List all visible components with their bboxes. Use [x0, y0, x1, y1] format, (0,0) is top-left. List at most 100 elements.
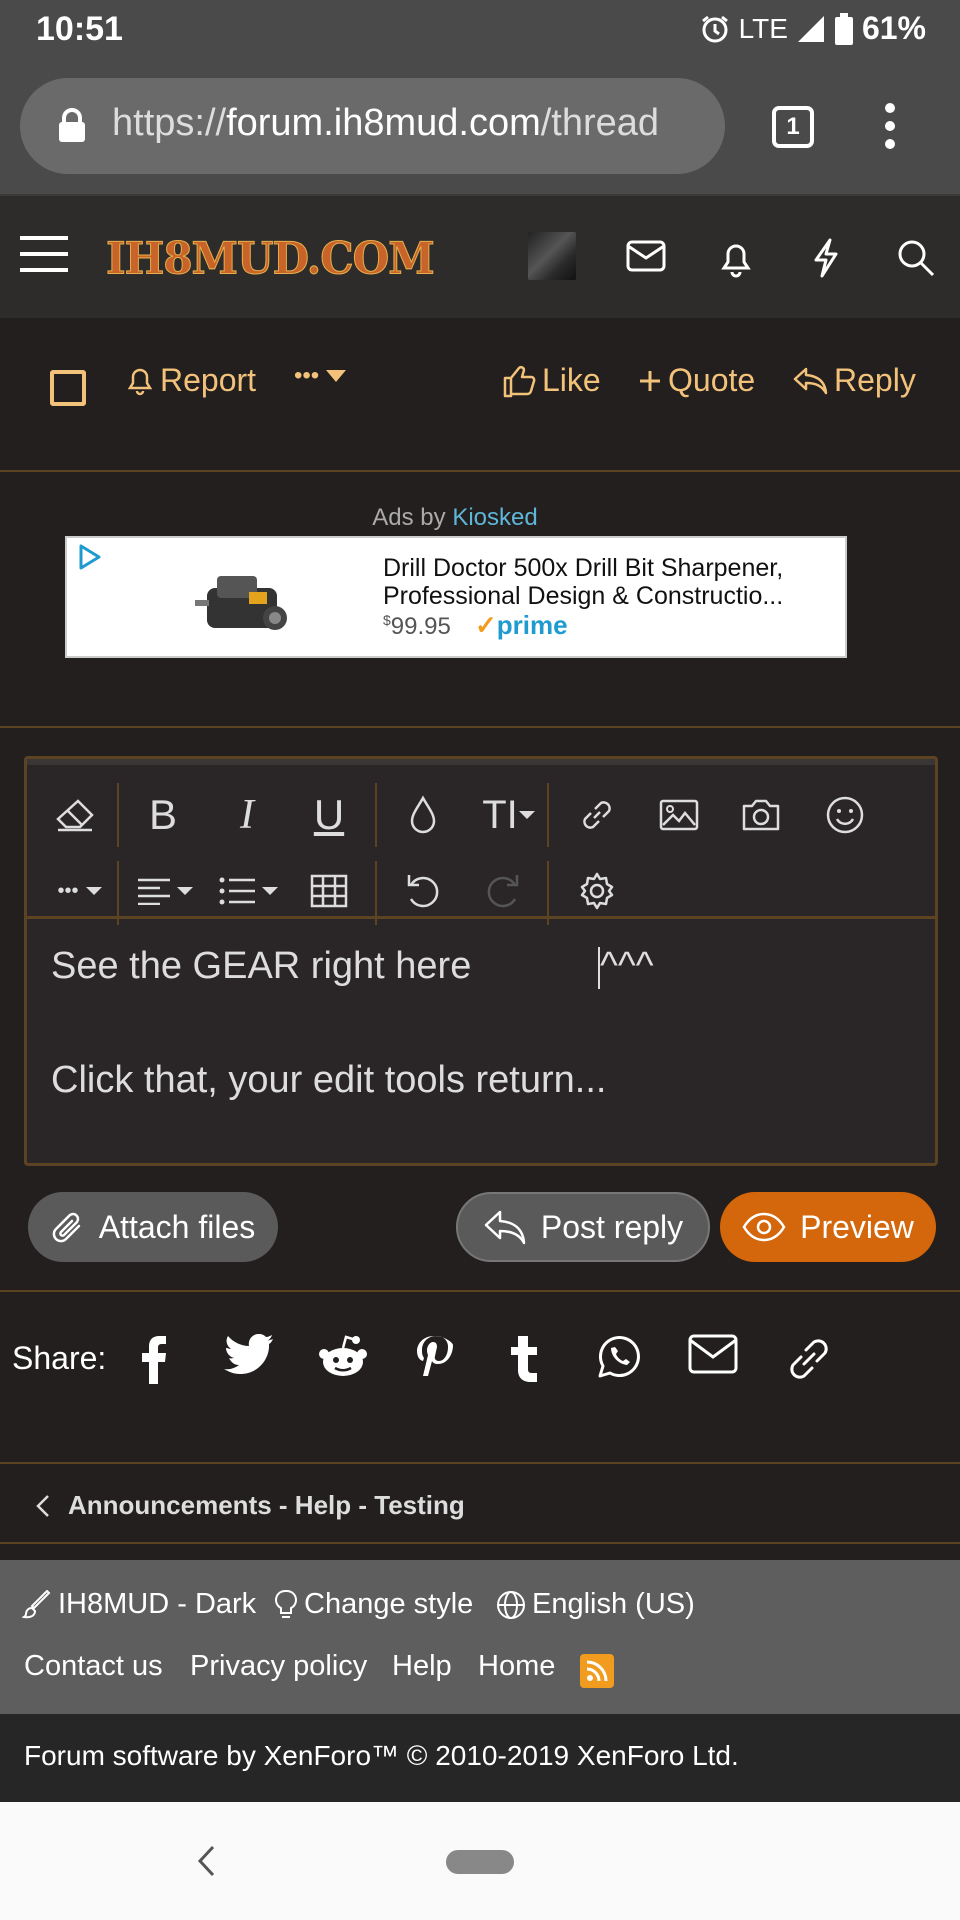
- style-name-link[interactable]: IH8MUD - Dark: [22, 1588, 256, 1621]
- change-style-link[interactable]: Change style: [274, 1588, 473, 1621]
- overflow-menu-icon[interactable]: [880, 102, 900, 150]
- ad-section: Ads by Kiosked Drill Doctor 500x Drill B…: [0, 474, 960, 728]
- text-size-icon[interactable]: TI: [469, 785, 549, 845]
- image-icon[interactable]: [649, 785, 709, 845]
- inbox-icon[interactable]: [626, 238, 666, 274]
- status-right: LTE 61%: [699, 10, 926, 47]
- gear-icon[interactable]: [567, 861, 627, 921]
- italic-icon[interactable]: I: [217, 785, 277, 845]
- bold-icon[interactable]: B: [133, 785, 193, 845]
- align-icon[interactable]: [129, 861, 201, 921]
- smiley-icon[interactable]: [815, 785, 875, 845]
- search-icon[interactable]: [896, 238, 936, 278]
- battery-percent: 61%: [861, 10, 926, 46]
- status-time: 10:51: [36, 10, 123, 48]
- rss-icon[interactable]: [580, 1654, 614, 1688]
- lightning-icon[interactable]: [810, 238, 842, 278]
- ad-banner[interactable]: Drill Doctor 500x Drill Bit Sharpener, P…: [65, 536, 847, 658]
- editor-toolbar: B I U TI •••: [27, 759, 935, 925]
- reply-arrow-icon: [484, 1210, 526, 1245]
- share-bar: Share:: [0, 1290, 960, 1464]
- reply-button[interactable]: Reply: [792, 362, 916, 399]
- site-logo[interactable]: IH8MUD.COM: [106, 232, 436, 285]
- footer-link-home[interactable]: Home: [478, 1650, 555, 1683]
- email-icon[interactable]: [688, 1334, 738, 1374]
- lightbulb-icon: [275, 1589, 297, 1618]
- copyright-bar: Forum software by XenForo™ © 2010-2019 X…: [0, 1714, 960, 1802]
- footer-link-privacy[interactable]: Privacy policy: [190, 1650, 367, 1683]
- quote-button[interactable]: Quote: [638, 362, 755, 399]
- user-avatar[interactable]: [528, 232, 576, 280]
- camera-icon[interactable]: [731, 785, 791, 845]
- hamburger-menu-icon[interactable]: [20, 234, 68, 274]
- reply-editor: B I U TI ••• See the GEAR right here ^^^…: [24, 756, 938, 1166]
- select-checkbox[interactable]: [50, 370, 86, 406]
- price-currency: $: [383, 612, 391, 628]
- quote-label: Quote: [668, 362, 756, 398]
- more-icon[interactable]: •••: [45, 861, 115, 921]
- footer-link-help[interactable]: Help: [392, 1650, 452, 1683]
- footer: IH8MUD - Dark Change style English (US) …: [0, 1560, 960, 1714]
- link-icon[interactable]: [567, 785, 627, 845]
- toolbar-divider: [375, 783, 377, 847]
- redo-icon: [473, 861, 533, 921]
- link-icon[interactable]: [784, 1334, 834, 1384]
- bell-icon[interactable]: [716, 238, 756, 278]
- post-reply-button[interactable]: Post reply: [456, 1192, 710, 1262]
- battery-icon: [834, 12, 853, 45]
- copyright-text: Forum software by XenForo™ © 2010-2019 X…: [24, 1740, 739, 1771]
- toolbar-divider: [117, 783, 119, 847]
- share-label: Share:: [12, 1340, 107, 1376]
- paperclip-icon: [52, 1212, 80, 1243]
- ads-by-label: Ads by Kiosked: [0, 504, 910, 532]
- whatsapp-icon[interactable]: [596, 1334, 642, 1380]
- paintbrush-icon: [22, 1589, 51, 1618]
- like-label: Like: [542, 362, 601, 398]
- toolbar-divider: [547, 861, 549, 925]
- home-pill[interactable]: [446, 1850, 514, 1874]
- pinterest-icon[interactable]: [414, 1334, 454, 1384]
- eraser-icon[interactable]: [45, 785, 105, 845]
- chevron-down-icon: [326, 370, 347, 382]
- preview-button[interactable]: Preview: [720, 1192, 936, 1262]
- twitter-icon[interactable]: [224, 1334, 274, 1378]
- editor-line-2: Click that, your edit tools return...: [51, 1058, 607, 1101]
- tab-switcher-button[interactable]: 1: [772, 106, 814, 148]
- signal-icon: [797, 15, 824, 42]
- adchoices-icon[interactable]: [75, 542, 105, 572]
- editor-line-1-text: See the GEAR right here: [51, 945, 599, 987]
- preview-label: Preview: [800, 1208, 914, 1245]
- more-actions-button[interactable]: •••: [294, 362, 347, 390]
- back-icon[interactable]: [196, 1844, 216, 1878]
- product-image: [195, 576, 287, 630]
- plus-icon: [640, 370, 660, 391]
- alarm-icon: [701, 15, 728, 42]
- like-button[interactable]: Like: [502, 362, 601, 399]
- table-icon[interactable]: [299, 861, 359, 921]
- editor-line-1-tail: ^^^: [600, 945, 654, 987]
- post-reply-label: Post reply: [540, 1208, 684, 1245]
- reddit-icon[interactable]: [318, 1334, 368, 1380]
- editor-text-area[interactable]: See the GEAR right here ^^^ Click that, …: [51, 945, 911, 1172]
- color-icon[interactable]: [393, 785, 453, 845]
- attach-files-button[interactable]: Attach files: [28, 1192, 278, 1262]
- undo-icon[interactable]: [393, 861, 453, 921]
- footer-link-contact[interactable]: Contact us: [24, 1650, 163, 1683]
- language-label: English (US): [532, 1588, 695, 1620]
- language-link[interactable]: English (US): [496, 1588, 695, 1621]
- thumbs-up-icon: [503, 365, 536, 397]
- ads-by-brand[interactable]: Kiosked: [452, 504, 537, 531]
- list-icon[interactable]: [213, 861, 285, 921]
- ads-by-prefix: Ads by: [372, 504, 453, 531]
- facebook-icon[interactable]: [140, 1334, 168, 1384]
- report-button[interactable]: Report: [126, 362, 256, 399]
- underline-icon[interactable]: U: [299, 785, 359, 845]
- toolbar-divider: [547, 783, 549, 847]
- price-value: 99.95: [390, 613, 451, 640]
- ad-price: $99.95: [383, 612, 451, 641]
- breadcrumb[interactable]: Announcements - Help - Testing: [0, 1464, 960, 1544]
- prime-label: prime: [496, 610, 568, 640]
- url-bar[interactable]: https://forum.ih8mud.com/thread: [20, 78, 725, 174]
- lock-icon: [59, 108, 85, 142]
- tumblr-icon[interactable]: [506, 1334, 538, 1384]
